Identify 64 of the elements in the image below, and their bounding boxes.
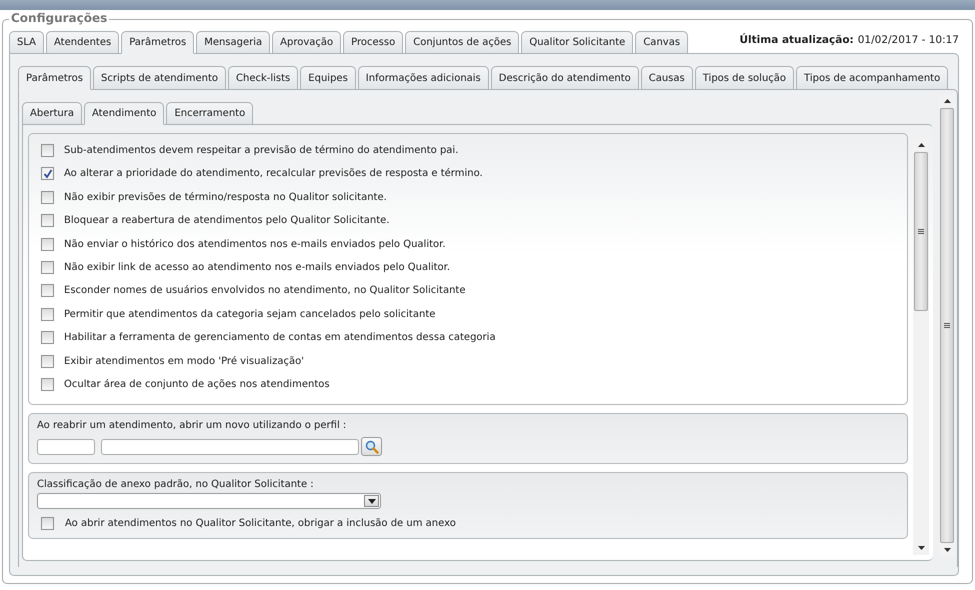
scroll-down-icon[interactable] — [944, 548, 950, 552]
tab[interactable]: Qualitor Solicitante — [521, 31, 634, 54]
scrollbar[interactable] — [939, 94, 955, 557]
checkbox[interactable] — [41, 308, 54, 321]
tab[interactable]: Encerramento — [166, 102, 254, 125]
tab[interactable]: Parâmetros — [121, 31, 194, 54]
option-label: Não exibir previsões de término/resposta no Qualitor solicitante. — [64, 192, 387, 203]
option-label: Esconder nomes de usuários envolvidos no atendimento, no Qualitor Solicitante — [64, 285, 466, 296]
tab[interactable]: Tipos de acompanhamento — [796, 66, 948, 90]
tab[interactable]: Conjuntos de ações — [405, 31, 520, 54]
attachment-label: Classificação de anexo padrão, no Qualitor Solicitante : — [37, 479, 315, 490]
tab[interactable]: Scripts de atendimento — [92, 66, 226, 90]
option-label: Ocultar área de conjunto de ações nos atendimentos — [64, 378, 330, 390]
profile-code-field[interactable] — [37, 438, 95, 454]
option-label: Não exibir link de acesso ao atendimento nos e-mails enviados pelo Qualitor. — [64, 262, 450, 273]
checkbox[interactable] — [41, 284, 54, 298]
scrollbar-thumb[interactable] — [914, 152, 928, 311]
scrollbar-thumb[interactable] — [940, 108, 954, 543]
tab[interactable]: Atendentes — [46, 31, 120, 54]
checkbox[interactable] — [41, 144, 54, 157]
tab[interactable]: Descrição do atendimento — [490, 66, 639, 90]
panel-title: Configurações — [9, 11, 110, 25]
tab[interactable]: Aprovação — [272, 31, 342, 54]
scroll-down-icon[interactable] — [918, 546, 924, 550]
checkbox[interactable] — [41, 354, 54, 368]
checkbox[interactable] — [41, 167, 54, 180]
option-label: Não enviar o histórico dos atendimentos nos e-mails enviados pelo Qualitor. — [64, 238, 446, 250]
tab[interactable]: Check-lists — [228, 66, 298, 90]
last-update-label: Última atualização: — [740, 34, 854, 46]
option-label: Ao alterar a prioridade do atendimento, recalcular previsões de resposta e término. — [64, 168, 483, 180]
checkbox[interactable] — [41, 214, 54, 228]
checkbox[interactable] — [41, 260, 54, 274]
tab[interactable]: Equipes — [300, 66, 356, 90]
checkbox[interactable] — [41, 190, 54, 204]
scroll-up-icon[interactable] — [944, 99, 950, 103]
option-label: Exibir atendimentos em modo 'Pré visualização' — [64, 356, 304, 367]
scroll-up-icon[interactable] — [918, 143, 924, 147]
tab[interactable]: Causas — [640, 66, 693, 90]
last-update-value: 01/02/2017 - 10:17 — [858, 34, 959, 46]
checkbox[interactable] — [41, 517, 54, 530]
option-label: Sub-atendimentos devem respeitar a previsão de término do atendimento pai. — [64, 145, 458, 156]
search-button[interactable] — [361, 437, 382, 456]
tab[interactable]: Atendimento — [84, 102, 164, 125]
grip-icon — [944, 322, 950, 328]
tab[interactable]: Parâmetros — [18, 66, 91, 90]
checkbox[interactable] — [41, 378, 54, 391]
caret-icon — [364, 495, 379, 507]
checkbox[interactable] — [41, 331, 54, 344]
tab[interactable]: Tipos de solução — [694, 66, 794, 90]
tab[interactable]: Mensageria — [196, 31, 270, 54]
option-label: Permitir que atendimentos da categoria sejam cancelados pelo solicitante — [64, 308, 436, 320]
checkbox[interactable] — [41, 238, 54, 251]
grip-icon — [918, 228, 924, 234]
profile-label: Ao reabrir um atendimento, abrir um novo utilizando o perfil : — [37, 420, 348, 431]
tab[interactable]: Abertura — [22, 102, 82, 125]
tab[interactable]: Processo — [343, 31, 404, 54]
tab[interactable]: SLA — [9, 31, 44, 54]
option-label: Ao abrir atendimentos no Qualitor Solicitante, obrigar a inclusão de um anexo — [65, 518, 456, 529]
tab[interactable]: Informações adicionais — [358, 66, 489, 90]
tab[interactable]: Canvas — [635, 31, 688, 54]
option-label: Bloquear a reabertura de atendimentos pelo Qualitor Solicitante. — [64, 215, 390, 226]
option-label: Habilitar a ferramenta de gerenciamento de contas em atendimentos dessa categoria — [64, 332, 496, 344]
profile-name-field[interactable] — [101, 438, 359, 454]
attachment-dropdown[interactable] — [37, 493, 381, 509]
